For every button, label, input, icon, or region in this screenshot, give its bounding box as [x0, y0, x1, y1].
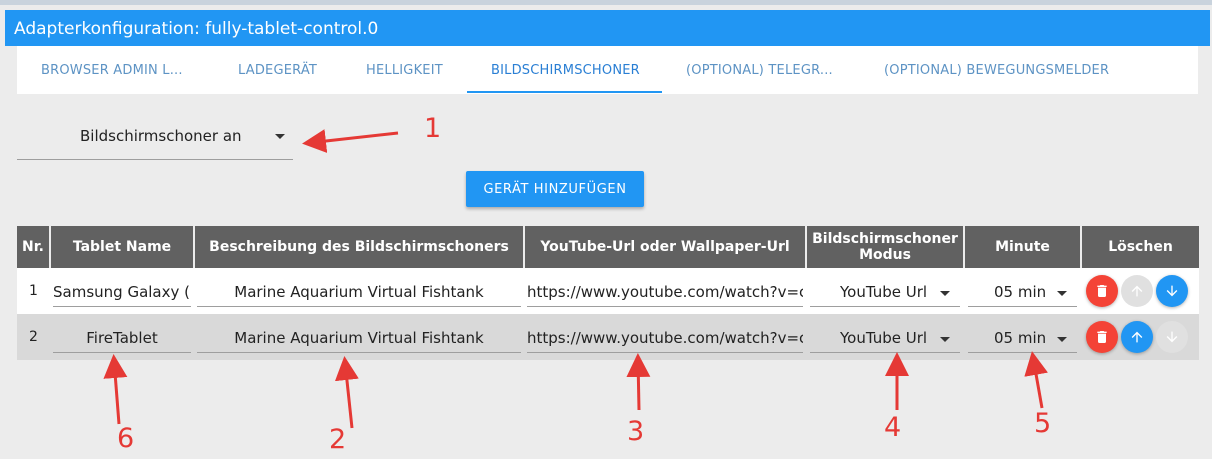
annotation-overlay — [103, 129, 1048, 429]
annotation-arrow-6 — [103, 354, 128, 425]
annotation-arrow-3 — [626, 353, 651, 411]
annotation-label-1: 1 — [424, 113, 442, 144]
annotation-label-6: 6 — [117, 423, 135, 454]
annotation-label-3: 3 — [627, 416, 645, 447]
annotation-label-4: 4 — [884, 412, 902, 443]
annotation-arrow-5 — [1024, 351, 1048, 409]
annotation-label-2: 2 — [329, 424, 347, 455]
annotation-arrow-2 — [334, 356, 359, 429]
annotation-arrow-1 — [302, 129, 399, 153]
annotation-label-5: 5 — [1034, 408, 1052, 439]
